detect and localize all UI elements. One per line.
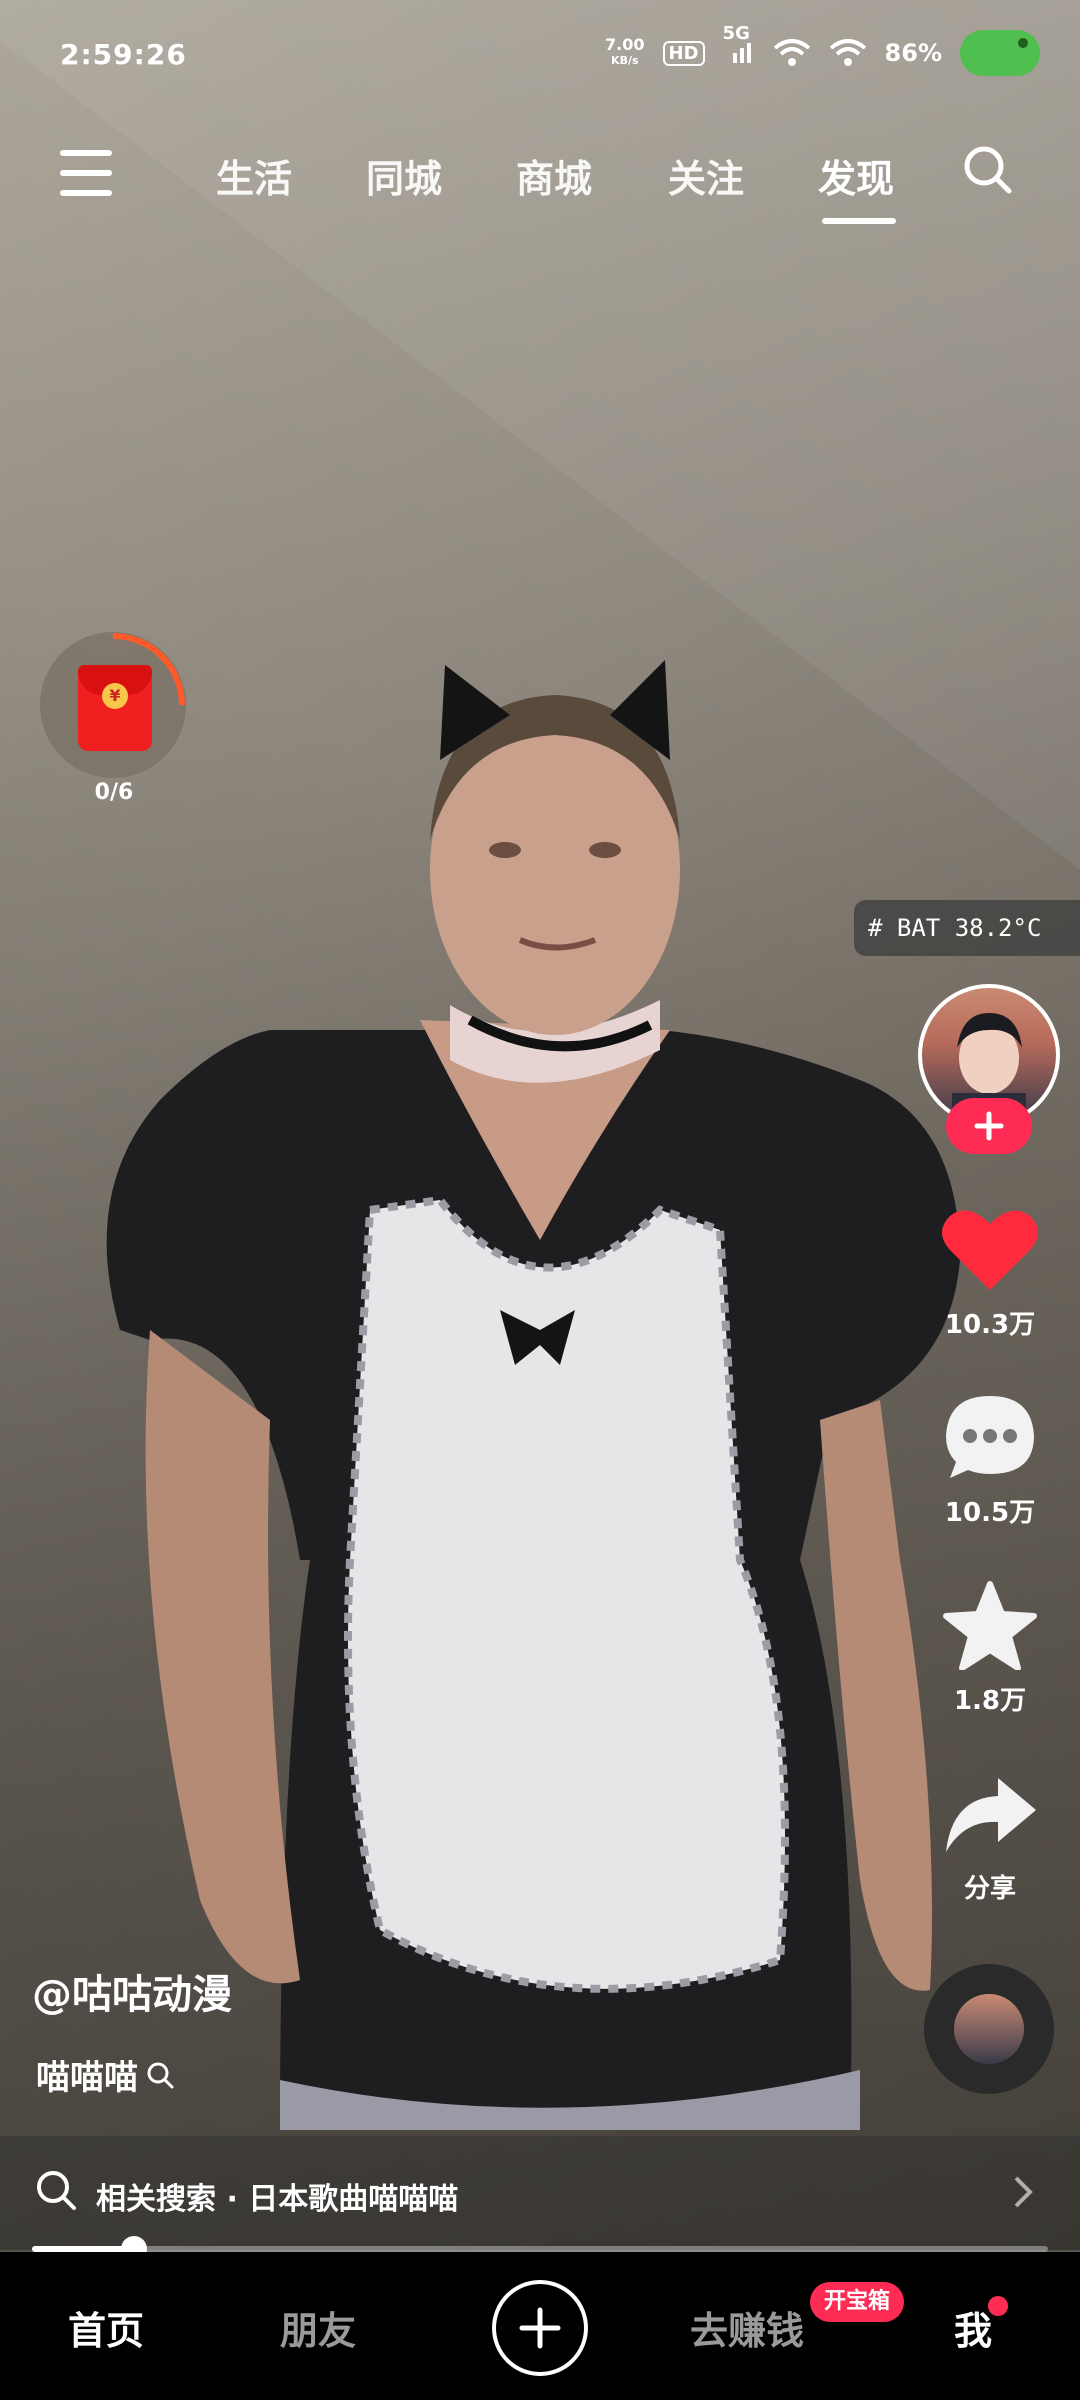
create-button[interactable] [492,2280,588,2376]
nav-home[interactable]: 首页 [68,2300,144,2355]
comment-count: 10.5万 [944,1498,1036,1528]
comment-button[interactable]: 10.5万 [920,1392,1060,1529]
tab-mall[interactable]: 商城 [516,148,592,203]
notification-dot [988,2296,1008,2316]
wifi-icon [829,39,866,66]
status-bar: 2:59:26 7.00 KB/s HD 5G 86% [0,0,1080,110]
video-frame[interactable] [0,0,1080,2250]
search-icon [37,2171,76,2210]
nav-me[interactable]: 我 [954,2300,992,2355]
tab-life[interactable]: 生活 [216,148,292,203]
author-name[interactable]: @咕咕动漫 [32,1962,232,2020]
comment-icon [946,1396,1034,1478]
signal-label: 5G [722,23,750,44]
related-search-text: 相关搜索 · 日本歌曲喵喵喵 [96,2182,459,2217]
video-figure [0,0,1080,2130]
coin-icon: ¥ [102,683,128,709]
menu-icon[interactable] [60,150,112,200]
nav-friends[interactable]: 朋友 [280,2300,356,2355]
tab-discover[interactable]: 发现 [818,148,894,203]
net-speed: 7.00 KB/s [605,37,644,69]
red-envelope-icon: ¥ [78,665,152,751]
cell-signal-icon: 5G [723,23,755,71]
like-count: 10.3万 [944,1310,1036,1340]
share-button[interactable]: 分享 [920,1772,1060,1905]
description-text: 喵喵喵 [36,2058,138,2098]
music-cover [954,1994,1024,2064]
hd-badge: HD [662,40,705,66]
heart-icon [942,1210,1038,1290]
battery-frog-icon [960,30,1040,76]
battery-percent: 86% [884,39,942,67]
plus-icon [974,1111,1004,1141]
nav-earn[interactable]: 去赚钱 [690,2300,804,2355]
follow-button[interactable] [946,1098,1032,1154]
active-tab-indicator [822,218,896,224]
star-icon [943,1581,1037,1671]
red-envelope-count: 0/6 [94,780,134,805]
net-speed-unit: KB/s [611,54,639,67]
favorite-count: 1.8万 [953,1686,1027,1716]
plus-icon [519,2307,561,2349]
treasure-badge: 开宝箱 [810,2282,905,2322]
share-label: 分享 [963,1874,1016,1904]
top-nav: 生活 同城 商城 关注 发现 [0,130,1080,240]
tab-following[interactable]: 关注 [668,148,744,203]
search-small-icon [147,2062,174,2088]
share-icon [946,1778,1036,1852]
chevron-right-icon [1014,2176,1033,2208]
like-button[interactable]: 10.3万 [920,1204,1060,1341]
net-speed-value: 7.00 [605,35,645,54]
video-description[interactable]: 喵喵喵 [36,2050,174,2099]
status-time: 2:59:26 [60,38,187,71]
favorite-button[interactable]: 1.8万 [920,1580,1060,1717]
temperature-chip: # BAT 38.2°C [854,900,1080,956]
search-icon[interactable] [962,144,1012,194]
tab-same-city[interactable]: 同城 [366,148,442,203]
wifi-icon [773,39,810,66]
status-icons: 7.00 KB/s HD 5G 86% [605,23,1040,76]
